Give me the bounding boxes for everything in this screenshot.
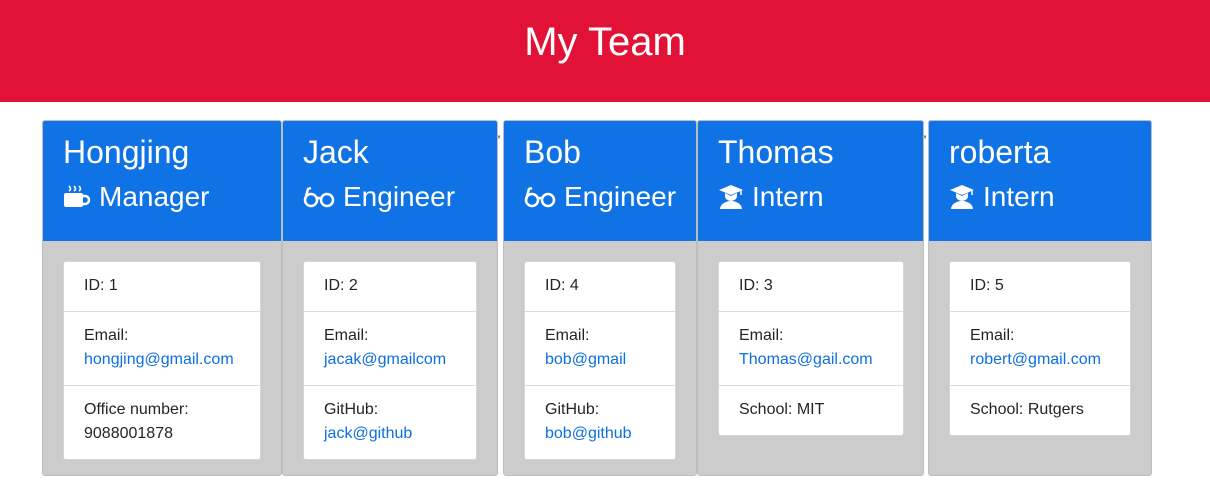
id-text: ID: 5 [970,277,1004,294]
graduate-icon [719,185,743,209]
email-row: Email: robert@gmail.com [950,312,1130,386]
role-label: Engineer [564,181,677,212]
employee-card: Bob Engineer ID: 4 Email: bob@gmail GitH… [503,120,697,476]
email-row: Email: jacak@gmailcom [304,312,476,386]
github-link[interactable]: bob@github [545,425,632,442]
email-link[interactable]: jacak@gmailcom [324,351,446,368]
employee-role: Intern [949,180,1151,214]
info-list: ID: 2 Email: jacak@gmailcom GitHub: jack… [303,261,477,460]
graduate-icon [950,185,974,209]
school-text: School: Rutgers [970,401,1084,418]
role-label: Intern [983,181,1055,212]
email-link[interactable]: hongjing@gmail.com [84,351,234,368]
office-number: 9088001878 [84,425,173,442]
role-label: Manager [99,181,210,212]
id-row: ID: 4 [525,262,675,312]
card-header: Bob Engineer [504,121,696,241]
info-list: ID: 4 Email: bob@gmail GitHub: bob@githu… [524,261,676,460]
id-text: ID: 1 [84,277,118,294]
employee-name: Bob [524,134,581,170]
employee-name: Thomas [718,134,834,170]
school-row: School: MIT [719,386,903,435]
email-label: Email: [324,327,369,344]
card-header: Thomas Intern [698,121,923,241]
role-label: Engineer [343,181,456,212]
email-row: Email: hongjing@gmail.com [64,312,260,386]
glasses-icon [303,186,335,208]
id-text: ID: 4 [545,277,579,294]
github-row: GitHub: bob@github [525,386,675,459]
employee-name: Hongjing [63,134,190,170]
card-header: Hongjing Manager [43,121,281,241]
card-header: roberta Intern [929,121,1151,241]
info-list: ID: 3 Email: Thomas@gail.com School: MIT [718,261,904,436]
id-row: ID: 5 [950,262,1130,312]
email-label: Email: [84,327,129,344]
email-label: Email: [739,327,784,344]
card-header: Jack Engineer [283,121,497,241]
employee-card: Hongjing Manager ID: 1 Email: hongjing@g… [42,120,282,476]
github-label: GitHub: [545,401,600,418]
email-row: Email: bob@gmail [525,312,675,386]
glasses-icon [524,186,556,208]
info-list: ID: 1 Email: hongjing@gmail.com Office n… [63,261,261,460]
employee-role: Engineer [303,180,497,214]
email-link[interactable]: Thomas@gail.com [739,351,873,368]
id-text: ID: 2 [324,277,358,294]
email-label: Email: [545,327,590,344]
email-label: Email: [970,327,1015,344]
employee-card: roberta Intern ID: 5 Email: robert@gmail… [928,120,1152,476]
email-link[interactable]: bob@gmail [545,351,626,368]
id-row: ID: 2 [304,262,476,312]
school-row: School: Rutgers [950,386,1130,435]
email-row: Email: Thomas@gail.com [719,312,903,386]
email-link[interactable]: robert@gmail.com [970,351,1101,368]
github-link[interactable]: jack@github [324,425,412,442]
office-row: Office number: 9088001878 [64,386,260,459]
school-text: School: MIT [739,401,825,418]
github-row: GitHub: jack@github [304,386,476,459]
id-text: ID: 3 [739,277,773,294]
employee-card: Thomas Intern ID: 3 Email: Thomas@gail.c… [697,120,924,476]
page-title: My Team [524,20,686,64]
employee-role: Manager [63,180,281,214]
id-row: ID: 3 [719,262,903,312]
id-row: ID: 1 [64,262,260,312]
employee-role: Intern [718,180,923,214]
employee-role: Engineer [524,180,696,214]
page-header: My Team [0,0,1210,102]
role-label: Intern [752,181,824,212]
employee-card: Jack Engineer ID: 2 Email: jacak@gmailco… [282,120,498,476]
info-list: ID: 5 Email: robert@gmail.com School: Ru… [949,261,1131,436]
employee-name: Jack [303,134,369,170]
github-label: GitHub: [324,401,379,418]
employee-name: roberta [949,134,1051,170]
office-label: Office number: [84,401,189,418]
coffee-icon [64,185,91,207]
